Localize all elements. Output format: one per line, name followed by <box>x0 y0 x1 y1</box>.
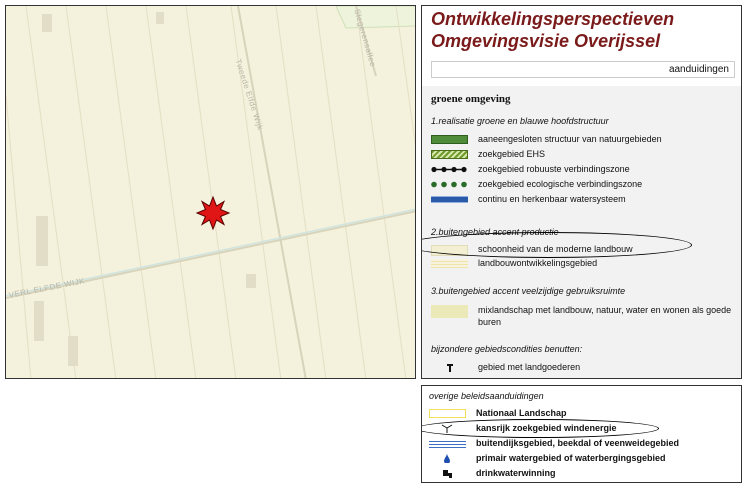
legend-item-ecologische-verbindingszone: zoekgebied ecologische verbindingszone <box>431 178 736 192</box>
legend-item-label: mixlandschap met landbouw, natuur, water… <box>478 305 732 327</box>
map-view[interactable]: Tweede Elfde Wijk Slegerensallee VERL EL… <box>5 5 416 379</box>
legend-item-moderne-landbouw: schoonheid van de moderne landbouw <box>431 243 736 257</box>
legend-item-label: continu en herkenbaar watersysteem <box>478 194 626 204</box>
legend-item-landbouwontwikkelingsgebied: landbouwontwikkelingsgebied <box>431 257 736 271</box>
swatch-natuurgebieden <box>431 135 468 144</box>
legend-item-label: primair watergebied of waterbergingsgebi… <box>476 453 666 463</box>
map-canvas <box>6 6 415 378</box>
legend-title-line2: Omgevingsvisie Overijssel <box>431 31 661 51</box>
legend-item-label: aaneengesloten structuur van natuurgebie… <box>478 134 662 144</box>
dotted-line-green-icon <box>431 181 467 188</box>
legend-item-label: drinkwaterwinning <box>476 468 556 478</box>
legend-item-drinkwaterwinning: drinkwaterwinning <box>429 467 734 481</box>
legend-item-label: kansrijk zoekgebied windenergie <box>476 423 617 433</box>
swatch-buitendijksgebied <box>429 439 466 448</box>
category-2: 2.buitengebied accent productie <box>431 227 559 237</box>
water-drop-icon <box>444 454 450 463</box>
legend-item-label: zoekgebied EHS <box>478 149 546 159</box>
legend-body: groene omgeving 1.realisatie groene en b… <box>422 86 741 378</box>
category-4: bijzondere gebiedscondities benutten: <box>431 344 583 354</box>
legend-item-label: buitendijksgebied, beekdal of veenweideg… <box>476 438 680 448</box>
legend-item-label: gebied met landgoederen <box>478 362 581 372</box>
swatch-moderne-landbouw <box>431 245 468 256</box>
swatch-nationaal-landschap <box>429 409 466 418</box>
category-3: 3.buitengebied accent veelzijdige gebrui… <box>431 286 626 296</box>
legend-item-nationaal-landschap: Nationaal Landschap <box>429 407 734 421</box>
legend-panel-overig: overige beleidsaanduidingen Nationaal La… <box>421 385 742 483</box>
wind-energy-marker <box>195 195 231 231</box>
legend-item-primair-watergebied: primair watergebied of waterbergingsgebi… <box>429 452 734 466</box>
legend-item-label: landbouwontwikkelingsgebied <box>478 258 598 268</box>
legend-item-zoekgebied-ehs: zoekgebied EHS <box>431 148 736 162</box>
category-1: 1.realisatie groene en blauwe hoofdstruc… <box>431 116 609 126</box>
legend-item-mixlandschap: mixlandschap met landbouw, natuur, water… <box>431 303 736 331</box>
swatch-mixlandschap <box>431 305 468 318</box>
legend-panel: Ontwikkelingsperspectieven Omgevingsvisi… <box>421 5 742 379</box>
swatch-zoekgebied-ehs <box>431 150 468 159</box>
legend-item-label: zoekgebied ecologische verbindingszone <box>478 179 643 189</box>
legend-item-windenergie: kansrijk zoekgebied windenergie <box>429 422 734 436</box>
legend-subtitle: aanduidingen <box>431 61 735 78</box>
dotted-line-black-icon <box>431 166 467 173</box>
tree-icon <box>447 364 453 372</box>
legend-item-label: schoonheid van de moderne landbouw <box>478 244 633 254</box>
legend-item-label: zoekgebied robuuste verbindingszone <box>478 164 630 174</box>
legend-item-buitendijksgebied: buitendijksgebied, beekdal of veenweideg… <box>429 437 734 451</box>
swatch-landbouwontwikkelingsgebied <box>431 259 468 268</box>
legend-item-robuuste-verbindingszone: zoekgebied robuuste verbindingszone <box>431 163 736 177</box>
section-heading: groene omgeving <box>431 93 511 105</box>
legend-item-label: Nationaal Landschap <box>476 408 567 418</box>
water-tap-icon <box>443 470 452 478</box>
legend-title-line1: Ontwikkelingsperspectieven <box>431 9 675 29</box>
swatch-watersysteem <box>431 196 468 203</box>
category-overige: overige beleidsaanduidingen <box>429 391 544 401</box>
wind-turbine-icon <box>441 424 453 433</box>
legend-item-natuurgebieden: aaneengesloten structuur van natuurgebie… <box>431 133 736 147</box>
legend-item-watersysteem: continu en herkenbaar watersysteem <box>431 193 736 207</box>
legend-item-landgoederen: gebied met landgoederen <box>431 361 736 375</box>
